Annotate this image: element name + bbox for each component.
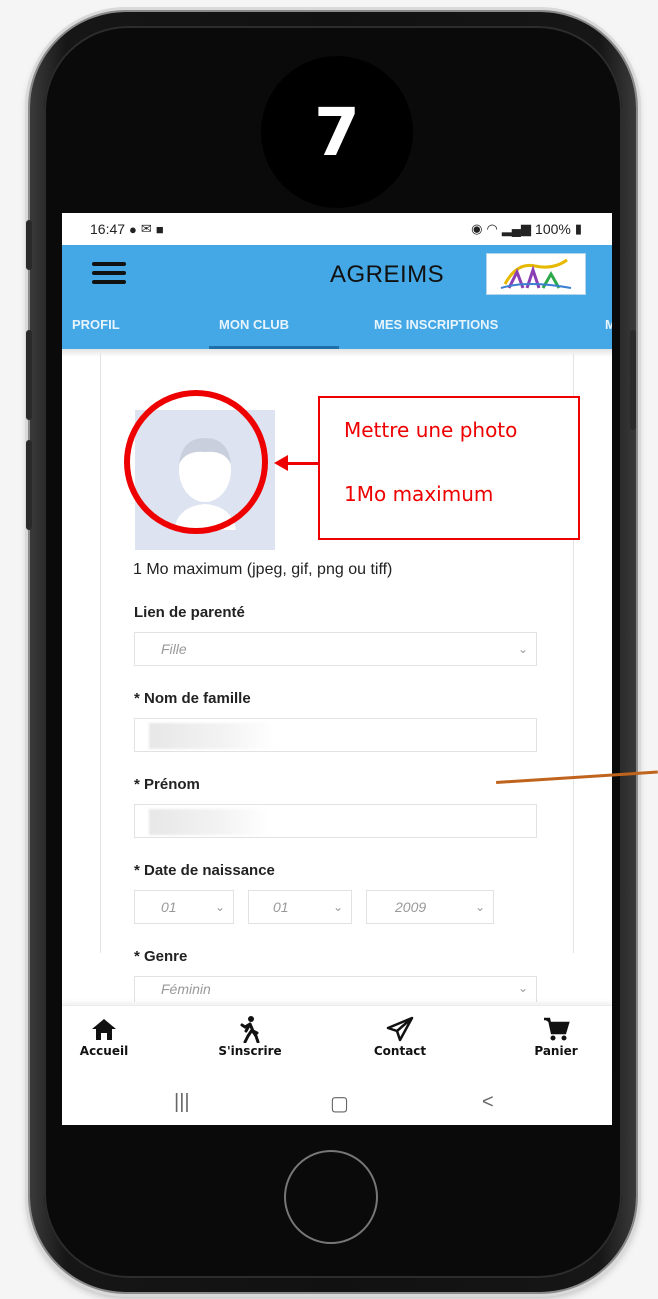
gender-value: Féminin [161,981,211,997]
birth-day-select[interactable]: 01 ⌄ [134,890,234,924]
nav-accueil[interactable]: Accueil [64,1014,144,1058]
birth-year-value: 2009 [395,899,427,915]
step-number-badge: 7 [261,56,413,208]
chevron-down-icon: ⌄ [474,900,485,914]
parent-link-label: Lien de parenté [134,604,245,621]
back-icon[interactable]: < [482,1091,494,1114]
nav-contact-label: Contact [373,1044,427,1058]
phone-side-button [26,220,32,270]
chevron-down-icon: ⌄ [214,900,225,914]
active-tab-indicator [209,346,339,349]
tab-more[interactable]: M [605,317,612,332]
annotation-line-1: Mettre une photo [344,418,518,442]
app-bar: AGREIMS [62,245,612,303]
last-name-field[interactable] [134,718,537,752]
tab-profil[interactable]: PROFIL [72,317,120,332]
app-title: AGREIMS [330,261,445,288]
phone-power-button [630,330,636,430]
menu-icon[interactable] [92,262,126,284]
annotation-arrow [274,455,320,471]
chevron-down-icon: ⌄ [332,900,343,914]
annotation-callout: Mettre une photo 1Mo maximum [318,396,580,540]
account-icon: ● [129,221,137,237]
recent-apps-icon[interactable]: ||| [174,1091,190,1114]
system-navigation-bar: ||| ▢ < [62,1083,612,1125]
birth-month-value: 01 [273,899,289,915]
wifi-icon: ◠ [486,221,498,236]
notification-icon: ■ [155,221,164,237]
nav-sinscrire-label: S'inscrire [218,1044,282,1058]
chevron-down-icon: ⌄ [517,981,528,995]
last-name-label: * Nom de famille [134,690,251,707]
photo-size-hint: 1 Mo maximum (jpeg, gif, png ou tiff) [133,561,393,578]
first-name-field[interactable] [134,804,537,838]
mail-icon: ✉ [140,221,152,236]
tab-mon-club[interactable]: MON CLUB [219,317,289,332]
birth-year-select[interactable]: 2009 ⌄ [366,890,494,924]
parent-link-value: Fille [161,641,187,657]
battery-icon: ▮ [574,221,582,236]
alarm-icon: ◉ [471,221,483,236]
nav-panier[interactable]: Panier [516,1014,596,1058]
cart-icon [516,1014,596,1044]
chevron-down-icon: ⌄ [517,642,528,656]
gender-select[interactable]: Féminin ⌄ [134,976,537,1002]
home-icon [64,1014,144,1044]
nav-contact[interactable]: Contact [360,1014,440,1058]
first-name-label: * Prénom [134,776,200,793]
blurred-value [149,723,275,749]
bottom-navigation: Accueil S'inscrire Contact Panier [62,1005,612,1076]
phone-home-button[interactable] [284,1150,378,1244]
tab-mes-inscriptions[interactable]: MES INSCRIPTIONS [374,317,498,332]
status-time: 16:47 [90,221,126,237]
paper-plane-icon [360,1014,440,1044]
birth-date-label: * Date de naissance [134,862,275,879]
parent-link-select[interactable]: Fille ⌄ [134,632,537,666]
club-logo [486,253,586,295]
status-bar: 16:47 ● ✉ ■ ◉ ◠ ▂▄▆ 100% ▮ [62,213,612,245]
annotation-line-2: 1Mo maximum [344,482,494,506]
birth-day-value: 01 [161,899,177,915]
battery-percent: 100% [535,221,571,237]
nav-accueil-label: Accueil [79,1044,129,1058]
photo-highlight-circle [124,390,268,534]
gender-label: * Genre [134,948,188,965]
phone-volume-up [26,330,32,420]
nav-sinscrire[interactable]: S'inscrire [210,1014,290,1058]
signal-icon: ▂▄▆ [501,221,532,236]
phone-volume-down [26,440,32,530]
tab-bar: PROFIL MON CLUB MES INSCRIPTIONS M [62,303,612,349]
home-nav-icon[interactable]: ▢ [330,1091,349,1116]
walking-person-icon [210,1014,290,1044]
birth-month-select[interactable]: 01 ⌄ [248,890,352,924]
blurred-value [149,809,269,835]
nav-panier-label: Panier [534,1044,578,1058]
